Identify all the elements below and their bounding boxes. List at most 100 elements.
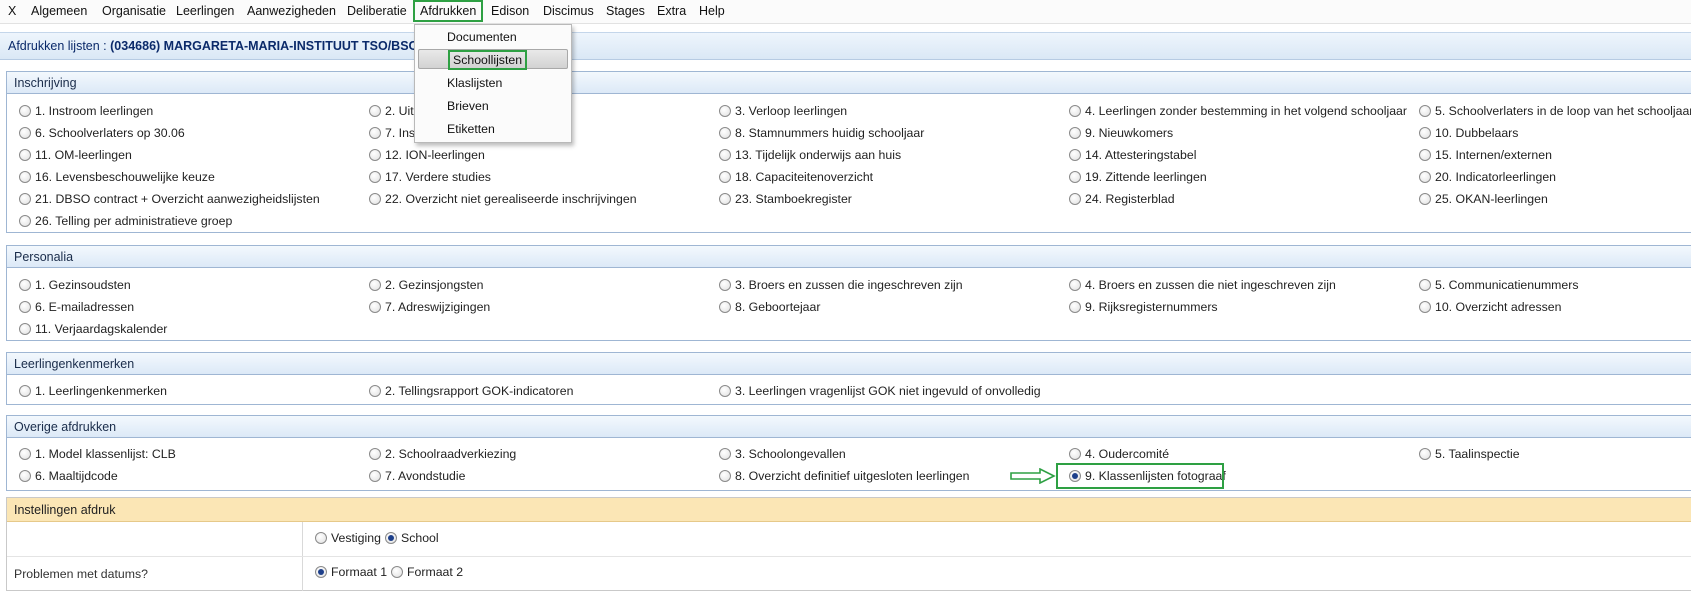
radio-button[interactable] bbox=[19, 448, 31, 460]
menu-item-schoollijsten[interactable]: Schoollijsten bbox=[418, 49, 568, 70]
radio-button[interactable] bbox=[1069, 149, 1081, 161]
radio-button[interactable] bbox=[391, 566, 403, 578]
option-label: 3. Leerlingen vragenlijst GOK niet ingev… bbox=[735, 384, 1041, 398]
menu-help[interactable]: Help bbox=[694, 0, 730, 22]
radio-button[interactable] bbox=[369, 448, 381, 460]
radio-button[interactable] bbox=[19, 279, 31, 291]
radio-button[interactable] bbox=[719, 448, 731, 460]
menu-close[interactable]: X bbox=[3, 0, 21, 22]
radio-button[interactable] bbox=[369, 470, 381, 482]
radio-button[interactable] bbox=[369, 171, 381, 183]
option-label: 13. Tijdelijk onderwijs aan huis bbox=[735, 148, 902, 162]
option-label: 1. Model klassenlijst: CLB bbox=[35, 447, 176, 461]
radio-button[interactable] bbox=[1419, 193, 1431, 205]
option-label: 3. Broers en zussen die ingeschreven zij… bbox=[735, 278, 963, 292]
section-title: Leerlingenkenmerken bbox=[7, 353, 1691, 375]
option-label: 2. Schoolraadverkiezing bbox=[385, 447, 517, 461]
radio-button[interactable] bbox=[19, 385, 31, 397]
radio-button[interactable] bbox=[369, 105, 381, 117]
annotation-arrow-icon bbox=[1010, 468, 1056, 484]
option-label: 3. Schoolongevallen bbox=[735, 447, 846, 461]
radio-button[interactable] bbox=[369, 193, 381, 205]
menu-edison[interactable]: Edison bbox=[486, 0, 534, 22]
option-label: 26. Telling per administratieve groep bbox=[35, 214, 233, 228]
option-label: 6. E-mailadressen bbox=[35, 300, 135, 314]
menu-discimus[interactable]: Discimus bbox=[538, 0, 599, 22]
radio-button[interactable] bbox=[1069, 105, 1081, 117]
radio-button[interactable] bbox=[369, 127, 381, 139]
radio-button[interactable] bbox=[719, 193, 731, 205]
option-label: 7. Ins bbox=[385, 126, 416, 140]
menu-deliberatie[interactable]: Deliberatie bbox=[342, 0, 412, 22]
option-label: 1. Leerlingenkenmerken bbox=[35, 384, 167, 398]
option-label: 4. Leerlingen zonder bestemming in het v… bbox=[1085, 104, 1407, 118]
settings-title: Instellingen afdruk bbox=[7, 498, 1691, 522]
radio-button[interactable] bbox=[19, 193, 31, 205]
option-label: 17. Verdere studies bbox=[385, 170, 491, 184]
radio-button[interactable] bbox=[1419, 127, 1431, 139]
radio-button[interactable] bbox=[1419, 448, 1431, 460]
radio-button[interactable] bbox=[19, 171, 31, 183]
option-label: Vestiging bbox=[331, 531, 381, 545]
radio-button[interactable] bbox=[719, 279, 731, 291]
option-label: 5. Communicatienummers bbox=[1435, 278, 1579, 292]
radio-button[interactable] bbox=[1419, 301, 1431, 313]
radio-button[interactable] bbox=[19, 323, 31, 335]
radio-button[interactable] bbox=[719, 301, 731, 313]
radio-button[interactable] bbox=[19, 149, 31, 161]
radio-button[interactable] bbox=[1069, 171, 1081, 183]
menu-stages[interactable]: Stages bbox=[601, 0, 650, 22]
radio-button[interactable] bbox=[1069, 193, 1081, 205]
radio-button[interactable] bbox=[369, 149, 381, 161]
menu-item-documenten[interactable]: Documenten bbox=[447, 27, 517, 47]
menu-item-brieven[interactable]: Brieven bbox=[447, 96, 489, 116]
radio-button[interactable] bbox=[19, 127, 31, 139]
menu-afdrukken[interactable]: Afdrukken bbox=[413, 0, 483, 22]
radio-button[interactable] bbox=[719, 105, 731, 117]
settings-row2-label: Problemen met datums? bbox=[14, 567, 148, 581]
radio-button[interactable] bbox=[369, 385, 381, 397]
option-label: 11. OM-leerlingen bbox=[35, 148, 132, 162]
radio-button[interactable] bbox=[19, 470, 31, 482]
radio-button[interactable] bbox=[1069, 279, 1081, 291]
menu-item-etiketten[interactable]: Etiketten bbox=[447, 119, 495, 139]
radio-button-checked[interactable] bbox=[315, 566, 327, 578]
section-inschrijving: Inschrijving 1. Instroom leerlingen 2. U… bbox=[6, 71, 1691, 233]
menu-aanwezigheden[interactable]: Aanwezigheden bbox=[242, 0, 341, 22]
radio-button[interactable] bbox=[719, 149, 731, 161]
page-title-bar: Afdrukken lijsten : (034686) MARGARETA-M… bbox=[0, 32, 1691, 60]
menu-leerlingen[interactable]: Leerlingen bbox=[171, 0, 239, 22]
radio-button[interactable] bbox=[1419, 279, 1431, 291]
menu-organisatie[interactable]: Organisatie bbox=[97, 0, 171, 22]
option-label: 16. Levensbeschouwelijke keuze bbox=[35, 170, 215, 184]
radio-button[interactable] bbox=[1069, 448, 1081, 460]
school-name: (034686) MARGARETA-MARIA-INSTITUUT TSO/B… bbox=[110, 39, 419, 53]
option-label: 10. Overzicht adressen bbox=[1435, 300, 1562, 314]
radio-button[interactable] bbox=[719, 470, 731, 482]
menu-algemeen[interactable]: Algemeen bbox=[26, 0, 92, 22]
option-label: 8. Geboortejaar bbox=[735, 300, 821, 314]
radio-button[interactable] bbox=[19, 301, 31, 313]
radio-button[interactable] bbox=[315, 532, 327, 544]
menu-item-klaslijsten[interactable]: Klaslijsten bbox=[447, 73, 502, 93]
option-label: 9. Rijksregisternummers bbox=[1085, 300, 1218, 314]
radio-button[interactable] bbox=[19, 105, 31, 117]
option-label: 8. Overzicht definitief uitgesloten leer… bbox=[735, 469, 970, 483]
radio-button[interactable] bbox=[719, 171, 731, 183]
radio-button[interactable] bbox=[369, 301, 381, 313]
radio-button[interactable] bbox=[719, 385, 731, 397]
radio-button[interactable] bbox=[1069, 127, 1081, 139]
radio-button[interactable] bbox=[1069, 301, 1081, 313]
radio-button[interactable] bbox=[1419, 149, 1431, 161]
settings-row-divider bbox=[7, 556, 1691, 557]
radio-button[interactable] bbox=[719, 127, 731, 139]
option-label: 23. Stamboekregister bbox=[735, 192, 852, 206]
radio-button[interactable] bbox=[1419, 105, 1431, 117]
radio-button[interactable] bbox=[369, 279, 381, 291]
radio-button[interactable] bbox=[19, 215, 31, 227]
menu-extra[interactable]: Extra bbox=[652, 0, 691, 22]
radio-button-checked[interactable] bbox=[385, 532, 397, 544]
option-label: 5. Taalinspectie bbox=[1435, 447, 1520, 461]
option-label: 7. Adreswijzigingen bbox=[385, 300, 491, 314]
radio-button[interactable] bbox=[1419, 171, 1431, 183]
